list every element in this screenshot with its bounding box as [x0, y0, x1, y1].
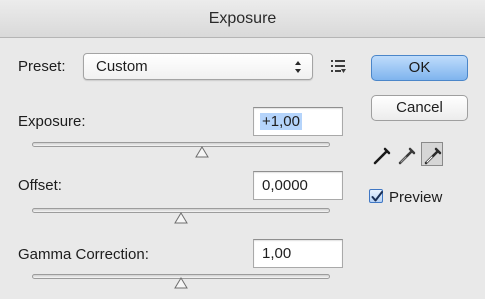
exposure-field[interactable]: +1,00 [253, 107, 343, 136]
white-point-eyedropper-icon[interactable] [421, 142, 443, 166]
title-bar[interactable]: Exposure [0, 0, 485, 38]
offset-value: 0,0000 [262, 177, 308, 194]
offset-label: Offset: [18, 177, 62, 194]
gamma-correction-field[interactable]: 1,00 [253, 239, 343, 268]
cancel-button[interactable]: Cancel [371, 95, 468, 121]
gray-point-eyedropper-icon[interactable] [396, 143, 418, 167]
list-menu-icon[interactable] [330, 58, 346, 74]
preset-value: Custom [96, 58, 148, 75]
preview-checkbox[interactable] [369, 189, 383, 203]
exposure-slider-thumb[interactable] [194, 146, 209, 158]
preset-label: Preset: [18, 58, 66, 75]
exposure-label: Exposure: [18, 113, 86, 130]
preset-select[interactable]: Custom [83, 53, 313, 80]
preview-label[interactable]: Preview [389, 189, 442, 206]
gamma-correction-label: Gamma Correction: [18, 246, 149, 263]
exposure-value: +1,00 [260, 113, 302, 130]
exposure-slider-track[interactable] [32, 142, 330, 147]
gamma-slider-thumb[interactable] [174, 277, 188, 289]
offset-field[interactable]: 0,0000 [253, 171, 343, 200]
ok-button[interactable]: OK [371, 55, 468, 81]
up-down-arrows-icon [295, 61, 301, 73]
checkmark-icon [371, 191, 383, 202]
black-point-eyedropper-icon[interactable] [371, 143, 393, 167]
window-title: Exposure [208, 10, 277, 27]
offset-slider-thumb[interactable] [174, 212, 188, 224]
gamma-correction-value: 1,00 [262, 245, 292, 262]
